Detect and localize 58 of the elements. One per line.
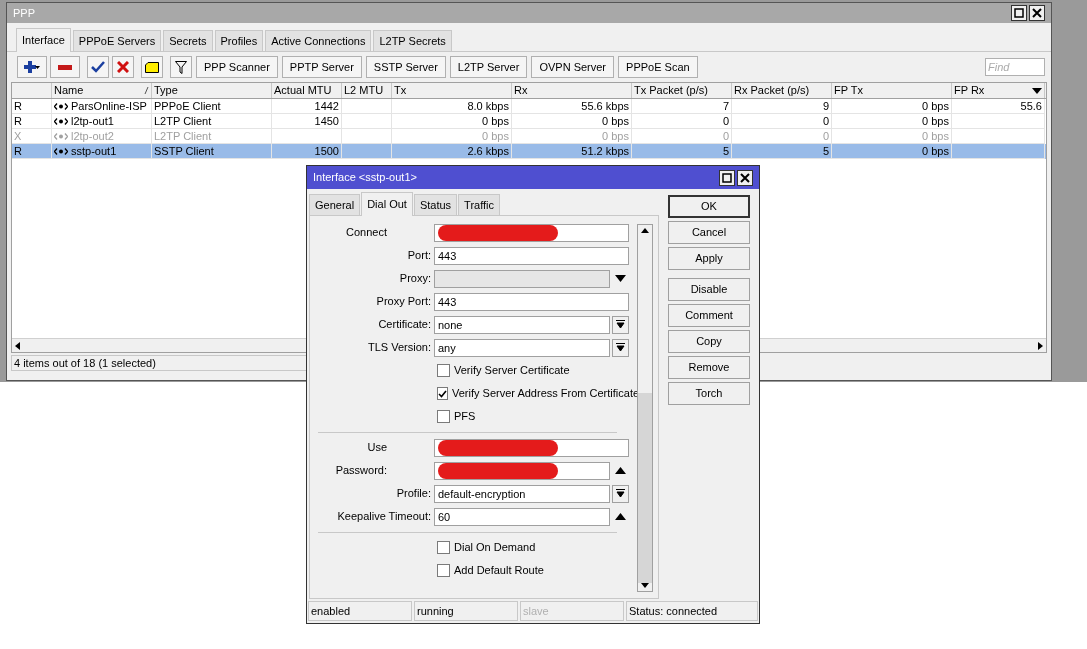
status-cell: slave xyxy=(520,601,624,621)
table-cell: R xyxy=(14,144,22,158)
field-label: Profile: xyxy=(395,486,432,502)
table-cell: 8.0 kbps xyxy=(467,99,509,113)
table-cell: 0 xyxy=(822,129,829,143)
table-cell: L2TP Client xyxy=(154,129,212,143)
table-cell: SSTP Client xyxy=(154,144,214,158)
status-cell: Status: connected xyxy=(626,601,758,621)
status-text: 4 items out of 18 (1 selected) xyxy=(14,355,156,371)
table-cell: 2.6 kbps xyxy=(467,144,509,158)
table-cell: R xyxy=(14,114,22,128)
table-cell: 0 bps xyxy=(482,129,509,143)
table-cell: PPPoE Client xyxy=(154,99,221,113)
table-cell: 51.2 kbps xyxy=(581,144,629,158)
table-cell: 0 xyxy=(822,114,829,128)
checkbox-label: Verify Server Certificate xyxy=(454,363,570,379)
table-cell: 0 bps xyxy=(482,114,509,128)
field-label: Proxy Port: xyxy=(375,294,432,310)
field-label: Certificate: xyxy=(377,317,432,333)
field-label: Proxy: xyxy=(398,271,432,287)
table-cell: 0 bps xyxy=(922,144,949,158)
table-cell: 1500 xyxy=(314,144,339,158)
table-cell: 0 bps xyxy=(922,114,949,128)
table-cell: 5 xyxy=(822,144,829,158)
field-label: TLS Version: xyxy=(367,340,432,356)
table-cell: 0 bps xyxy=(602,129,629,143)
table-cell: 0 bps xyxy=(602,114,629,128)
field-label: Use xyxy=(366,440,388,456)
table-cell: R xyxy=(14,99,22,113)
dialog-title: Interface <sstp-out1> xyxy=(313,170,417,186)
table-cell: 0 xyxy=(722,114,729,128)
table-cell: 7 xyxy=(722,99,729,113)
table-cell: l2tp-out1 xyxy=(71,114,114,128)
table-cell: 1442 xyxy=(314,99,339,113)
table-cell: 0 bps xyxy=(922,129,949,143)
table-cell: sstp-out1 xyxy=(71,144,117,158)
table-cell: ParsOnline-ISP xyxy=(71,99,147,113)
field-label: Keepalive Timeout: xyxy=(336,509,432,525)
table-cell: 55.6 kbps xyxy=(581,99,629,113)
checkbox-label: Add Default Route xyxy=(454,563,544,579)
checkbox-label: PFS xyxy=(454,409,476,425)
table-cell: 5 xyxy=(722,144,729,158)
window-title: PPP xyxy=(13,5,35,21)
field-label: Password: xyxy=(334,463,388,479)
table-cell: 0 bps xyxy=(922,99,949,113)
field-label: Connect xyxy=(345,225,388,241)
table-cell: 1450 xyxy=(314,114,339,128)
table-cell: l2tp-out2 xyxy=(71,129,114,143)
table-cell: 9 xyxy=(822,99,829,113)
field-label: Port: xyxy=(406,248,432,264)
checkbox-label: Verify Server Address From Certificate xyxy=(452,386,640,402)
status-cell: running xyxy=(414,601,518,621)
table-cell: 0 xyxy=(722,129,729,143)
table-cell: 55.6 xyxy=(1020,99,1042,113)
status-cell: enabled xyxy=(308,601,412,621)
checkbox-label: Dial On Demand xyxy=(454,540,536,556)
table-cell: X xyxy=(14,129,22,143)
table-cell: L2TP Client xyxy=(154,114,212,128)
